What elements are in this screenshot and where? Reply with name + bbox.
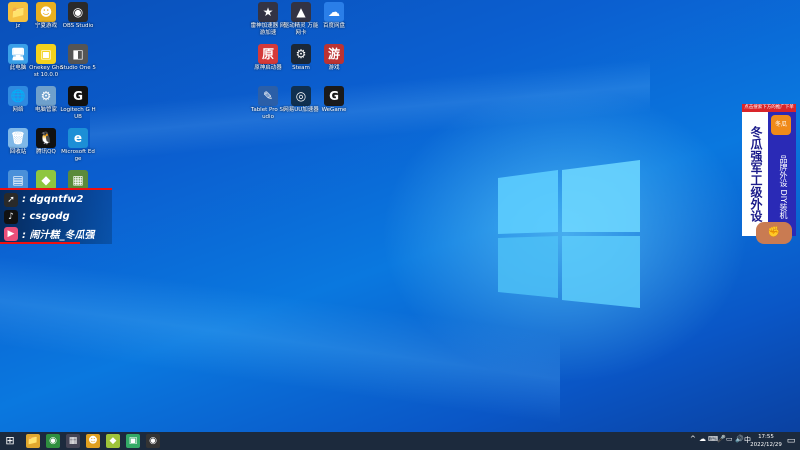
- desktop-icon-speedtest[interactable]: ◎ 网易UU加速器: [283, 86, 319, 114]
- genshin-icon: 原: [258, 44, 278, 64]
- social-row-3: ▶ : 闹汁糕_冬瓜强: [0, 225, 112, 242]
- desktop-icon-label: 宁夏游戏: [34, 23, 57, 29]
- desktop-icon-qq[interactable]: 🐧 腾讯QQ: [28, 128, 64, 156]
- light-beam-bottom: [0, 230, 560, 450]
- folder-icon: 📁: [8, 2, 28, 22]
- overlay-bottom-line: [0, 242, 80, 244]
- ad-side-text: 品牌外设 DIY装机: [779, 155, 788, 219]
- desktop-icon-baidu-netdisk[interactable]: ☁ 百度网盘: [316, 2, 352, 30]
- social-handle-3: : 闹汁糕_冬瓜强: [22, 230, 95, 241]
- minecraft-icon: ▦: [68, 170, 88, 190]
- desktop-icon-onekey[interactable]: ▣ Onekey Ghost 10.0.0: [28, 44, 64, 79]
- desktop-icon-app-yellow[interactable]: ☻ 宁夏游戏: [28, 2, 64, 30]
- bilibili-icon: ▶: [4, 226, 18, 241]
- ad-slogan: 冬瓜强军工级外设: [742, 112, 768, 236]
- cloud-icon[interactable]: ☁: [699, 435, 706, 443]
- speedtest-icon: ◎: [291, 86, 311, 106]
- ad-side: 冬瓜 品牌外设 DIY装机: [768, 112, 796, 236]
- desktop-icon-game-booster[interactable]: ★ 雷神加速器 网游加速: [250, 2, 286, 37]
- desktop-icon-label: Studio One 5: [60, 65, 96, 71]
- desktop-icon-label: 游戏: [328, 65, 340, 71]
- desktop-icon-driver[interactable]: ▲ 驱动精灵 万能网卡: [283, 2, 319, 37]
- obs-icon: ◉: [68, 2, 88, 22]
- this-pc-icon: 🖥: [8, 44, 28, 64]
- wegame-icon: G: [324, 86, 344, 106]
- qq-icon: 🐧: [36, 128, 56, 148]
- clock[interactable]: 17:55 2022/12/29: [749, 433, 783, 449]
- tiktok-icon: ♪: [4, 209, 18, 224]
- overlay-top-line: [0, 188, 112, 190]
- app-yellow-icon: ☻: [36, 2, 56, 22]
- logitech-icon: G: [68, 86, 88, 106]
- taskbar-face-app-icon[interactable]: ☻: [86, 434, 100, 448]
- edge-icon: e: [68, 128, 88, 148]
- network-icon: 🌐: [8, 86, 28, 106]
- taskbar-game-icon[interactable]: ▦: [66, 434, 80, 448]
- windows-logo: [498, 160, 640, 308]
- game-booster-icon: ★: [258, 2, 278, 22]
- ad-top-text: 点击搜索下方的推广下单: [742, 104, 796, 112]
- desktop-icon-steam[interactable]: ⚙ Steam: [283, 44, 319, 72]
- desktop-icon-pen[interactable]: ✎ Tablet Pro Studio: [250, 86, 286, 121]
- desktop-icon-edge[interactable]: e Microsoft Edge: [60, 128, 96, 163]
- steam-icon: ⚙: [291, 44, 311, 64]
- desktop-icon-computer-manager[interactable]: ⚙ 电脑管家: [28, 86, 64, 114]
- social-handle-2: : csgodg: [22, 211, 70, 222]
- baidu-netdisk-icon: ☁: [324, 2, 344, 22]
- desktop-icon-label: WeGame: [321, 107, 347, 113]
- desktop-icon-obs-alt[interactable]: ◧ Studio One 5: [60, 44, 96, 72]
- taskbar-green-app-icon[interactable]: ◆: [106, 434, 120, 448]
- ad-logo: 冬瓜: [771, 115, 791, 135]
- desktop-icon-label: OBS Studio: [62, 23, 94, 29]
- game-app-icon: 游: [324, 44, 344, 64]
- clock-date: 2022/12/29: [750, 442, 782, 448]
- notification-icon[interactable]: ▭: [784, 434, 798, 448]
- battery-icon[interactable]: ▭: [726, 435, 733, 443]
- desktop-icon-label: 腾讯QQ: [36, 149, 56, 155]
- pen-icon: ✎: [258, 86, 278, 106]
- fist-icon: ✊: [756, 222, 792, 244]
- taskbar-chrome-icon[interactable]: ◉: [46, 434, 60, 448]
- desktop-icon-label: 雷神加速器 网游加速: [250, 23, 286, 36]
- desktop-icon-label: 网易UU加速器: [283, 107, 319, 113]
- desktop-icon-logitech[interactable]: G Logitech G HUB: [60, 86, 96, 121]
- social-row-2: ♪ : csgodg: [0, 208, 112, 225]
- start-button[interactable]: ⊞: [3, 434, 17, 448]
- desktop-icon-label: 百度网盘: [322, 23, 345, 29]
- microphone-icon[interactable]: 🎤: [717, 435, 726, 443]
- social-handle-1: : dgqntfw2: [22, 194, 84, 205]
- desktop-icon-label: 驱动精灵 万能网卡: [283, 23, 319, 36]
- desktop-icon-label: Steam: [292, 65, 310, 71]
- taskbar-edge-tab-icon[interactable]: ▣: [126, 434, 140, 448]
- recycle-bin-icon: 🗑: [8, 128, 28, 148]
- desktop-icon-label: Onekey Ghost 10.0.0: [29, 65, 63, 78]
- desktop-icon-label: Microsoft Edge: [61, 149, 95, 162]
- obs-alt-icon: ◧: [68, 44, 88, 64]
- control-icon: ▤: [8, 170, 28, 190]
- show-hidden-icon[interactable]: ^: [690, 435, 696, 443]
- desktop-icon-obs[interactable]: ◉ OBS Studio: [60, 2, 96, 30]
- taskbar: ⊞ 📁 ◉ ▦ ☻ ◆ ▣ ◉ ^ ☁ ⌨ 🎤 ▭ 🔊 中 17:55 2022/12/29 ▭: [0, 432, 800, 450]
- taskbar-obs-running-icon[interactable]: ◉: [146, 434, 160, 448]
- driver-icon: ▲: [291, 2, 311, 22]
- desktop-icon-label: Logitech G HUB: [60, 107, 96, 120]
- desktop-icon-game-app[interactable]: 游游戏: [316, 44, 352, 72]
- greenapp-icon: ◆: [36, 170, 56, 190]
- desktop-icon-label: 电脑管家: [34, 107, 57, 113]
- taskbar-file-explorer-icon[interactable]: 📁: [26, 434, 40, 448]
- streamer-social-overlay: ➚ : dgqntfw2 ♪ : csgodg ▶ : 闹汁糕_冬瓜强: [0, 188, 112, 244]
- link-icon: ➚: [4, 192, 18, 207]
- desktop-icon-label: 原神启动器: [254, 65, 282, 71]
- onekey-icon: ▣: [36, 44, 56, 64]
- volume-icon[interactable]: 🔊: [735, 435, 744, 443]
- social-row-1: ➚ : dgqntfw2: [0, 191, 112, 208]
- desktop-icon-wegame[interactable]: G WeGame: [316, 86, 352, 114]
- clock-time: 17:55: [758, 434, 774, 440]
- computer-manager-icon: ⚙: [36, 86, 56, 106]
- desktop-icon-genshin[interactable]: 原原神启动器: [250, 44, 286, 72]
- ad-body: 冬瓜强军工级外设 冬瓜 品牌外设 DIY装机: [742, 112, 796, 236]
- desktop-icon-label: Tablet Pro Studio: [250, 107, 286, 120]
